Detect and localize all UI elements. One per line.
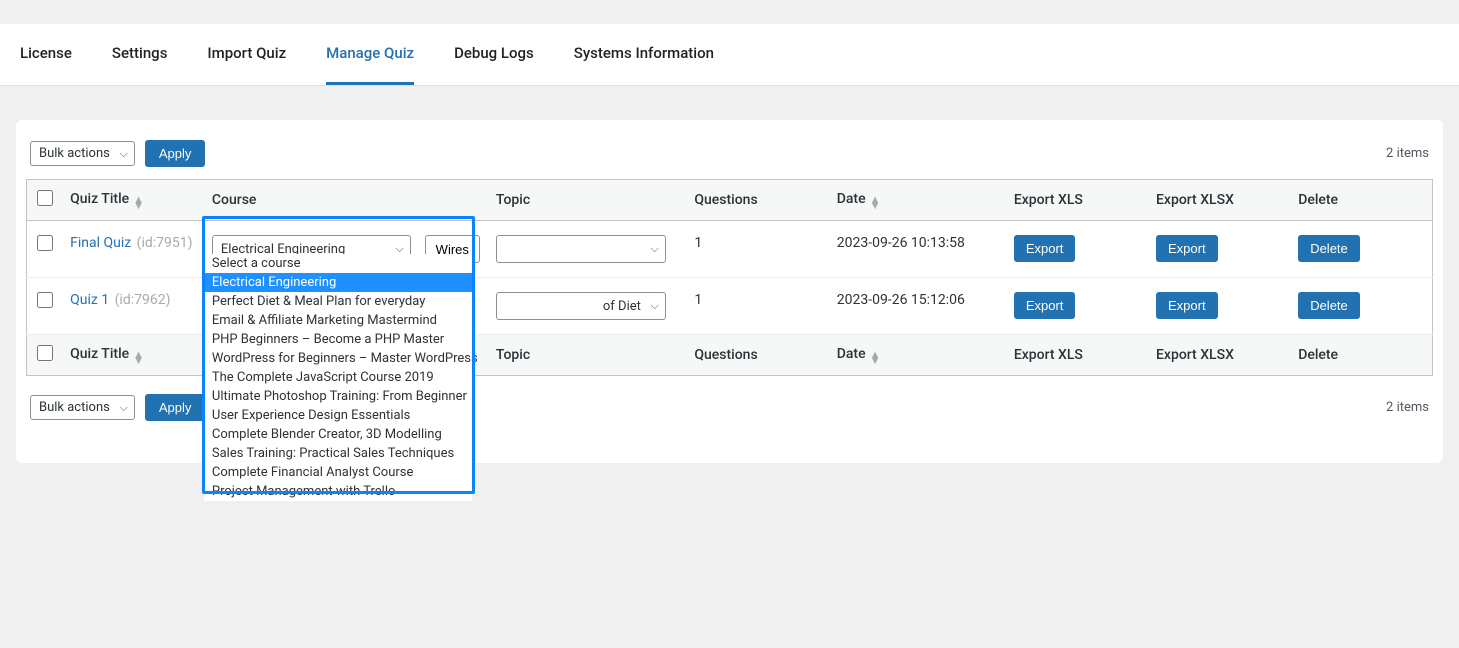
delete-button[interactable]: Delete	[1298, 235, 1360, 262]
quiz-table: Quiz Title ▲▼ Course Topic Questions Date…	[26, 179, 1433, 376]
row-checkbox[interactable]	[37, 292, 53, 308]
topic-select-value: of Diet	[603, 299, 641, 314]
col-header-title[interactable]: Quiz Title	[70, 191, 129, 207]
items-count-bottom: 2 items	[1386, 400, 1429, 415]
topic-select[interactable]: of Diet ⌵	[496, 292, 666, 320]
chevron-down-icon: ⌵	[120, 147, 128, 161]
dropdown-option[interactable]: PHP Beginners – Become a PHP Master	[204, 330, 472, 349]
bulk-actions-label: Bulk actions	[39, 400, 110, 415]
col-footer-delete: Delete	[1298, 347, 1338, 363]
table-row: Final Quiz (id:7951)Electrical Engineeri…	[27, 221, 1433, 278]
delete-button[interactable]: Delete	[1298, 292, 1360, 319]
apply-button[interactable]: Apply	[145, 140, 206, 167]
questions-count: 1	[686, 221, 828, 278]
dropdown-option[interactable]: Ultimate Photoshop Training: From Beginn…	[204, 387, 472, 406]
course-dropdown[interactable]: Select a courseElectrical EngineeringPer…	[204, 254, 472, 501]
bulk-actions-select[interactable]: Bulk actions ⌵	[30, 141, 135, 166]
tab-systems-information[interactable]: Systems Information	[574, 24, 714, 85]
col-header-topic: Topic	[496, 192, 530, 208]
items-count: 2 items	[1386, 146, 1429, 161]
export-xls-button[interactable]: Export	[1014, 292, 1076, 319]
sort-icon: ▲▼	[133, 197, 144, 209]
select-all-checkbox-footer[interactable]	[37, 345, 53, 361]
select-all-checkbox[interactable]	[37, 190, 53, 206]
col-footer-title[interactable]: Quiz Title	[70, 346, 129, 362]
chevron-down-icon: ⌵	[651, 242, 659, 256]
sort-icon: ▲▼	[133, 352, 144, 364]
dropdown-option[interactable]: Complete Blender Creator, 3D Modelling	[204, 425, 472, 444]
col-footer-questions: Questions	[694, 347, 757, 363]
bulk-actions-label: Bulk actions	[39, 146, 110, 161]
dropdown-option[interactable]: Complete Financial Analyst Course	[204, 463, 472, 482]
tab-import-quiz[interactable]: Import Quiz	[207, 24, 286, 85]
quiz-title-link[interactable]: Final Quiz	[70, 235, 131, 251]
chevron-down-icon: ⌵	[651, 299, 659, 313]
quiz-title-link[interactable]: Quiz 1	[70, 292, 109, 308]
dropdown-option[interactable]: Perfect Diet & Meal Plan for everyday	[204, 292, 472, 311]
chevron-down-icon: ⌵	[120, 401, 128, 415]
col-header-xls: Export XLS	[1014, 192, 1083, 208]
export-xls-button[interactable]: Export	[1014, 235, 1076, 262]
tab-license[interactable]: License	[20, 24, 72, 85]
dropdown-option[interactable]: The Complete JavaScript Course 2019	[204, 368, 472, 387]
dropdown-option[interactable]: Sales Training: Practical Sales Techniqu…	[204, 444, 472, 463]
quiz-id: (id:7962)	[111, 292, 170, 308]
col-footer-xlsx: Export XLSX	[1156, 347, 1234, 363]
tab-debug-logs[interactable]: Debug Logs	[454, 24, 534, 85]
col-footer-date[interactable]: Date	[837, 346, 866, 362]
date-value: 2023-09-26 10:13:58	[829, 221, 1006, 278]
col-header-date[interactable]: Date	[837, 191, 866, 207]
dropdown-option[interactable]: Electrical Engineering	[204, 273, 472, 292]
col-footer-topic: Topic	[496, 347, 530, 363]
col-header-course: Course	[212, 192, 257, 208]
bulk-actions-select-bottom[interactable]: Bulk actions ⌵	[30, 395, 135, 420]
date-value: 2023-09-26 15:12:06	[829, 278, 1006, 335]
export-xlsx-button[interactable]: Export	[1156, 235, 1218, 262]
tab-manage-quiz[interactable]: Manage Quiz	[326, 24, 414, 85]
dropdown-option[interactable]: Project Management with Trello	[204, 482, 472, 501]
dropdown-option[interactable]: Email & Affiliate Marketing Mastermind	[204, 311, 472, 330]
quiz-id: (id:7951)	[133, 235, 192, 251]
questions-count: 1	[686, 278, 828, 335]
content-panel: Bulk actions ⌵ Apply 2 items Quiz Title ▲…	[16, 120, 1443, 463]
toolbar-top: Bulk actions ⌵ Apply 2 items	[26, 140, 1433, 179]
dropdown-option[interactable]: WordPress for Beginners – Master WordPre…	[204, 349, 472, 368]
tab-bar: License Settings Import Quiz Manage Quiz Deb…	[0, 24, 1459, 86]
row-checkbox[interactable]	[37, 235, 53, 251]
topic-select[interactable]: ⌵	[496, 235, 666, 263]
tab-settings[interactable]: Settings	[112, 24, 168, 85]
dropdown-option[interactable]: Select a course	[204, 254, 472, 273]
col-header-questions: Questions	[694, 192, 757, 208]
export-xlsx-button[interactable]: Export	[1156, 292, 1218, 319]
sort-icon: ▲▼	[870, 352, 881, 364]
col-footer-xls: Export XLS	[1014, 347, 1083, 363]
col-header-delete: Delete	[1298, 192, 1338, 208]
apply-button-bottom[interactable]: Apply	[145, 394, 206, 421]
col-header-xlsx: Export XLSX	[1156, 192, 1234, 208]
sort-icon: ▲▼	[870, 197, 881, 209]
dropdown-option[interactable]: User Experience Design Essentials	[204, 406, 472, 425]
